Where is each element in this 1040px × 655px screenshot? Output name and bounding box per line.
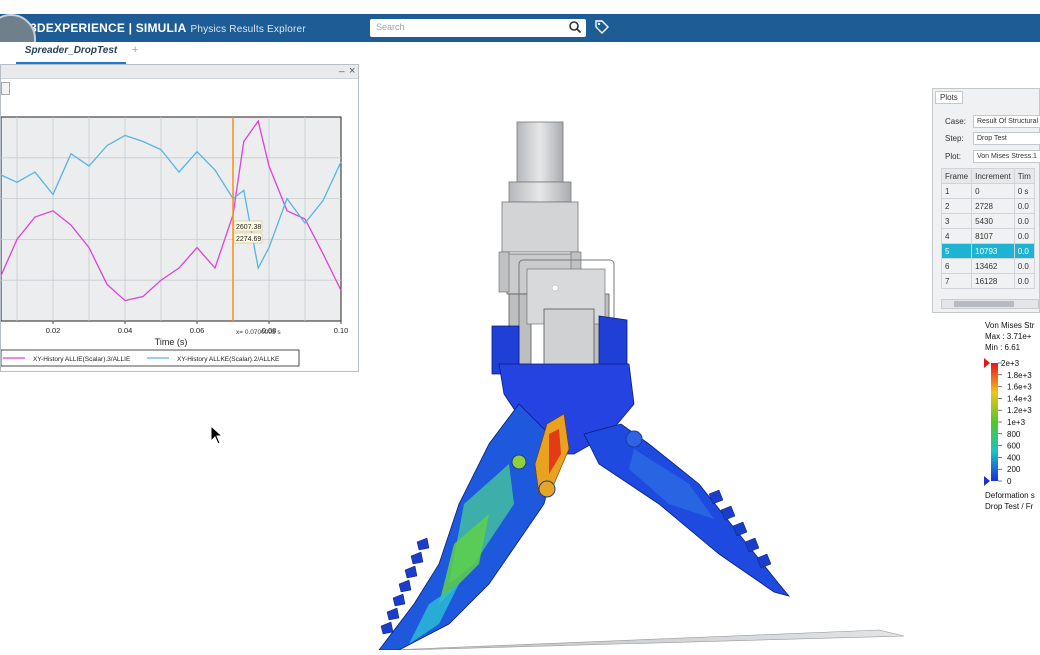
frame-row[interactable]: 3 5430 0.0 <box>940 213 1035 229</box>
frame-cell: 0 <box>971 183 1015 199</box>
xy-plot-window: _ × 2607.38 2274.69 x= 0.0700005 s 0.02 0.04… <box>0 62 359 372</box>
legend-level-label: 600 <box>1007 442 1021 451</box>
column-time[interactable]: Tim <box>1013 168 1035 184</box>
legend-min-marker[interactable] <box>984 476 990 486</box>
search-input[interactable]: Search <box>376 22 405 32</box>
plot-select[interactable]: Von Mises Stress.1 <box>973 150 1040 163</box>
legend-max: Max : 3.71e+ <box>985 332 1032 341</box>
brand-subtitle: Physics Results Explorer <box>190 24 306 35</box>
tooltip-value: 2274.69 <box>236 236 261 243</box>
tab-bar: Spreader_DropTest A.1 + <box>0 42 1040 74</box>
legend-level-label: 1.2e+3 <box>1007 406 1032 415</box>
legend-level-label: 0 <box>1007 477 1012 486</box>
frame-cell: 0.0 <box>1013 258 1035 274</box>
frame-description: Drop Test / Fr <box>985 502 1034 511</box>
search-box[interactable]: Search <box>370 19 586 37</box>
step-select[interactable]: Drop Test <box>973 132 1040 145</box>
legend-level-label: 2e+3 <box>1001 359 1020 368</box>
legend-entry: XY-History ALLKE(Scalar).2/ALLKE <box>177 356 280 363</box>
column-increment[interactable]: Increment <box>971 168 1015 184</box>
plot-area <box>1 116 342 322</box>
legend-level-label: 1e+3 <box>1007 418 1026 427</box>
frame-cell: 5 <box>940 243 973 259</box>
column-frame[interactable]: Frame <box>940 168 973 184</box>
case-select[interactable]: Result Of Structural <box>973 115 1040 128</box>
plot-label: Plot: <box>945 152 962 161</box>
case-label: Case: <box>945 117 966 126</box>
color-legend-bar: 2e+3 1.8e+3 1.6e+3 1.4e+3 1.2e+3 1e+3 800 600 40… <box>984 358 1032 486</box>
frame-cell: 8107 <box>971 228 1015 244</box>
frame-cell: 13462 <box>971 258 1015 274</box>
x-tick-label: 0.02 <box>46 326 61 335</box>
legend-level-label: 200 <box>1007 465 1021 474</box>
frame-cell: 5430 <box>971 213 1015 229</box>
app-bar: 3DEXPERIENCE | SIMULIA Physics Results Ex… <box>0 14 1040 42</box>
tab-plots[interactable]: Plots <box>935 91 963 104</box>
tooltip-value: 2607.38 <box>236 224 261 231</box>
x-tick-label: 0.08 <box>262 326 277 335</box>
frame-cell: 1 <box>940 183 973 199</box>
frame-cell: 0 s <box>1013 183 1035 199</box>
frame-row[interactable]: 6 13462 0.0 <box>940 258 1035 274</box>
brand: 3DEXPERIENCE | SIMULIA Physics Results Ex… <box>30 21 306 35</box>
minimize-icon[interactable]: _ <box>339 62 345 73</box>
search-icon[interactable] <box>568 20 582 34</box>
frame-cell: 0.0 <box>1013 228 1035 244</box>
frame-row[interactable]: 2 2728 0.0 <box>940 198 1035 214</box>
x-tick-label: 0.10 <box>334 326 349 335</box>
legend-max-marker[interactable] <box>984 358 990 368</box>
legend-level-label: 1.4e+3 <box>1007 394 1032 403</box>
frame-cell: 6 <box>940 258 973 274</box>
frame-cell: 4 <box>940 228 973 244</box>
frame-cell: 2728 <box>971 198 1015 214</box>
horizontal-scrollbar[interactable] <box>941 299 1039 309</box>
legend-footer: Deformation s Drop Test / Fr <box>985 490 1035 512</box>
legend-level-label: 1.6e+3 <box>1007 383 1032 392</box>
legend-min: Min : 6.61 <box>985 343 1021 352</box>
x-tick-label: 0.04 <box>118 326 133 335</box>
tag-icon[interactable] <box>594 19 610 35</box>
floor-plane <box>388 629 905 651</box>
tab-spreader-droptest[interactable]: Spreader_DropTest A.1 <box>16 42 126 74</box>
legend-gradient <box>991 363 998 481</box>
add-tab-icon[interactable]: + <box>132 44 138 56</box>
legend-title: Von Mises Str <box>985 321 1035 330</box>
right-jaw <box>583 423 791 597</box>
x-tick-label: 0.06 <box>190 326 205 335</box>
close-icon[interactable]: × <box>349 65 355 77</box>
legend-entry: XY-History ALLIE(Scalar).3/ALLIE <box>33 356 131 363</box>
legend-level-label: 400 <box>1007 453 1021 462</box>
frame-cell: 16128 <box>971 273 1015 289</box>
frame-cell: 2 <box>940 198 973 214</box>
legend-level-label: 1.8e+3 <box>1007 371 1032 380</box>
frame-cell: 0.0 <box>1013 213 1035 229</box>
deformation-scale-label: Deformation s <box>985 491 1035 500</box>
plots-panel: Plots Case: Result Of Structural Step: D… <box>932 88 1040 313</box>
frame-cell: 0.0 <box>1013 198 1035 214</box>
frame-cell: 0.0 <box>1013 243 1035 259</box>
coupler <box>501 201 579 253</box>
frame-cell: 10793 <box>971 243 1015 259</box>
frame-row[interactable]: 5 10793 0.0 <box>940 243 1035 259</box>
frames-table: Frame Increment Tim 100 s 2 2728 0.0 3 5430 0.… <box>940 168 1035 289</box>
frame-row[interactable]: 100 s <box>940 183 1035 199</box>
pivot-marker <box>551 284 559 292</box>
stress-legend: Von Mises Str Max : 3.71e+ Min : 6.61 <box>985 320 1034 353</box>
legend-level-label: 800 <box>1007 430 1021 439</box>
mouse-cursor-icon <box>210 425 224 445</box>
frame-cell: 3 <box>940 213 973 229</box>
frame-cell: 0.0 <box>1013 273 1035 289</box>
x-axis-label: Time (s) <box>155 337 188 347</box>
shaft-top <box>516 121 564 183</box>
plot-window-header: _ × <box>1 62 358 79</box>
brand-title: 3DEXPERIENCE | SIMULIA <box>30 21 187 35</box>
frame-row[interactable]: 4 8107 0.0 <box>940 228 1035 244</box>
frame-row[interactable]: 7 16128 0.0 <box>940 273 1035 289</box>
top-strip <box>0 0 1040 14</box>
xy-chart: 2607.382274.69x= 0.0700005 s0.02 0.04 0.06… <box>1 116 349 367</box>
step-label: Step: <box>945 134 964 143</box>
frame-cell: 7 <box>940 273 973 289</box>
